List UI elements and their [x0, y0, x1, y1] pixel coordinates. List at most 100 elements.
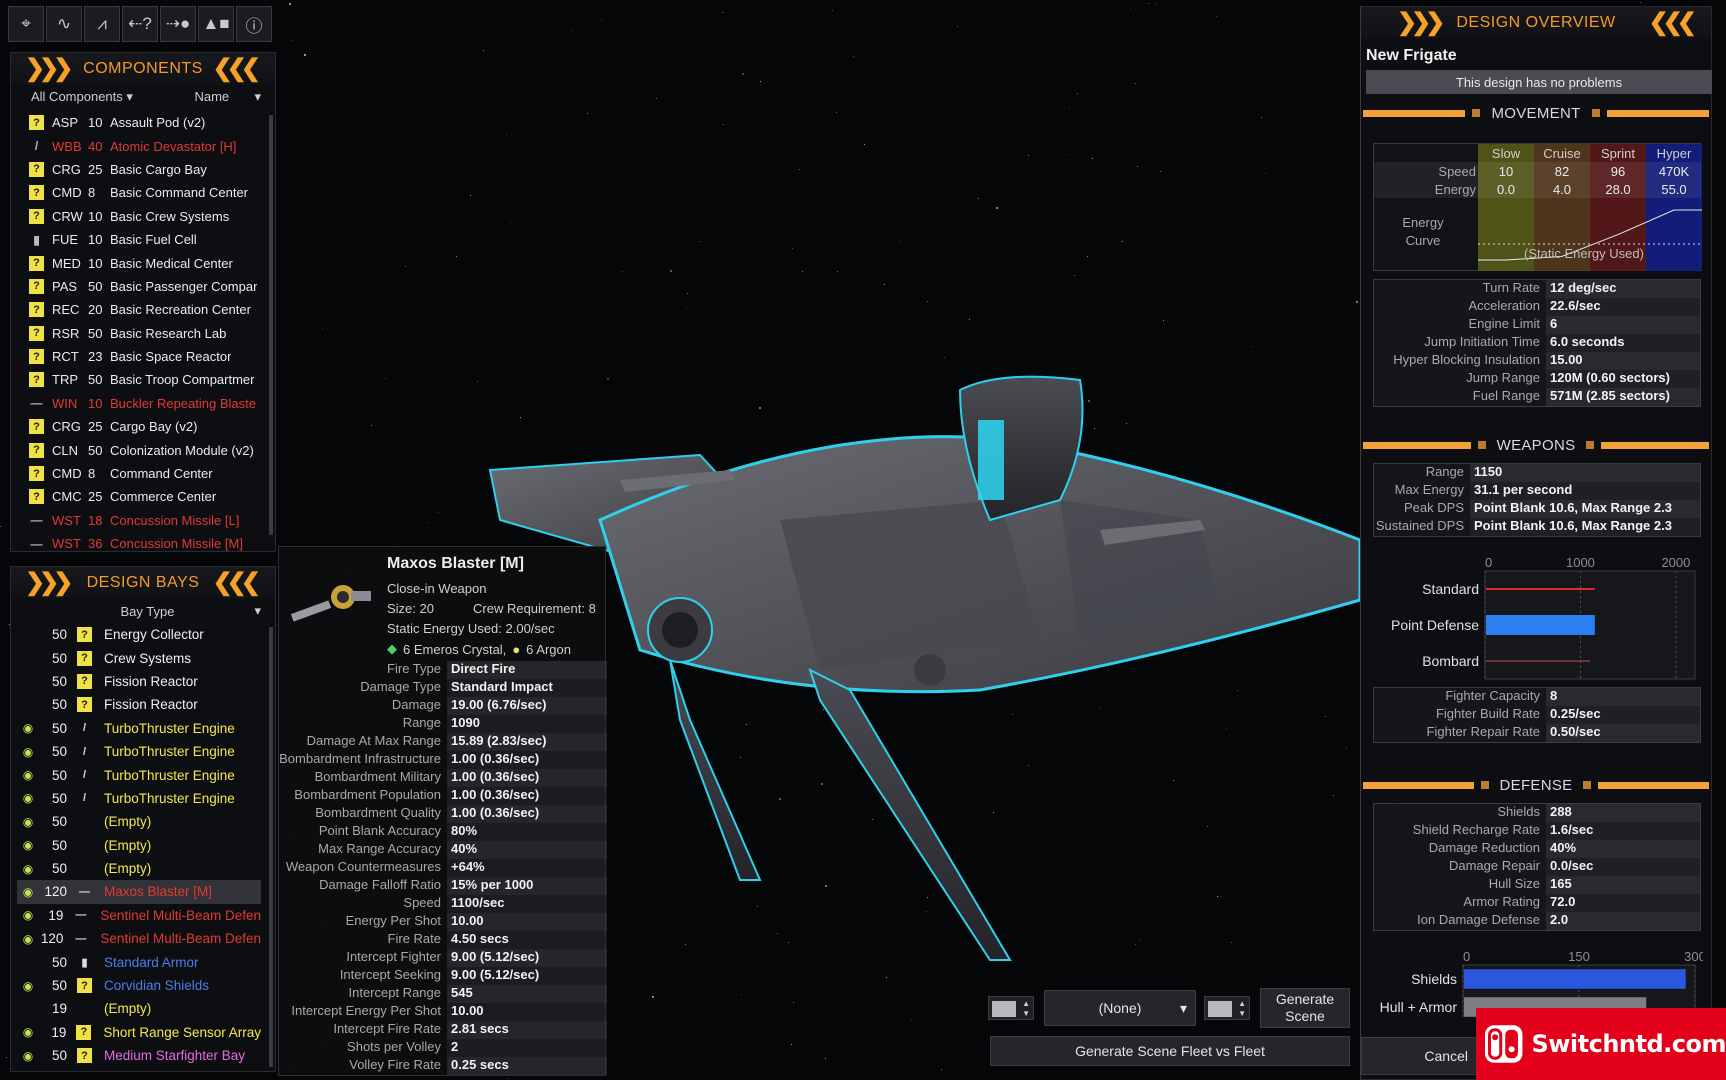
bay-row[interactable]: ◉ 50 (Empty) [17, 834, 261, 857]
tooltip-stat-row: Bombardment Quality 1.00 (0.36/sec) [279, 805, 607, 823]
component-name: Command Center [110, 466, 213, 482]
bay-type-filter[interactable]: Bay Type ▾ [11, 599, 275, 623]
component-row[interactable]: ? CMD 8 Command Center [17, 462, 261, 485]
stat-value: 72.0 [1546, 894, 1700, 912]
bay-row[interactable]: ◉ 50 / TurboThruster Engine [17, 763, 261, 786]
arrow-down-icon[interactable]: ▼ [1022, 1009, 1030, 1018]
target-arrow-icon[interactable]: ⇢● [160, 6, 196, 42]
eye-icon[interactable]: ◉ [17, 838, 39, 852]
component-row[interactable]: ? RSR 50 Basic Research Lab [17, 322, 261, 345]
shapes-icon[interactable]: ▲■ [198, 6, 234, 42]
scene-select-dropdown[interactable]: (None) ▾ [1044, 990, 1196, 1026]
component-row[interactable]: ? TRP 50 Basic Troop Compartmer [17, 368, 261, 391]
tooltip-stat-value: Direct Fire [447, 661, 607, 679]
component-row[interactable]: ? CRG 25 Basic Cargo Bay [17, 158, 261, 181]
bay-row[interactable]: ◉ 19 — Sentinel Multi-Beam Defen [17, 904, 261, 927]
generate-fleet-scene-button[interactable]: Generate Scene Fleet vs Fleet [990, 1036, 1350, 1066]
design-name[interactable]: New Frigate [1366, 47, 1457, 65]
fleet-count-right[interactable]: ▲ ▼ [1204, 996, 1250, 1020]
component-name: Colonization Module (v2) [110, 442, 254, 458]
components-filter-dropdown[interactable]: All Components ▾ [31, 89, 133, 105]
bay-row[interactable]: 50? Energy Collector [17, 623, 261, 646]
arrow-up-icon[interactable]: ▲ [1238, 999, 1246, 1008]
bay-row[interactable]: ◉ 50 / TurboThruster Engine [17, 787, 261, 810]
tooltip-stat-row: Damage At Max Range 15.89 (2.83/sec) [279, 733, 607, 751]
bay-row[interactable]: ◉ 50 / TurboThruster Engine [17, 740, 261, 763]
tool-glyph: ⇠? [128, 14, 152, 33]
bay-size: 50 [51, 837, 67, 853]
component-row[interactable]: ? CRW 10 Basic Crew Systems [17, 205, 261, 228]
bay-row[interactable]: ◉ 50? Medium Starfighter Bay [17, 1044, 261, 1067]
eye-icon[interactable]: ◉ [17, 932, 39, 946]
bay-size: 50 [51, 790, 67, 806]
eye-icon[interactable]: ◉ [17, 815, 39, 829]
bay-row[interactable]: ◉ 50? Corvidian Shields [17, 974, 261, 997]
defense-stats: Shields 288 Shield Recharge Rate 1.6/sec Dam… [1373, 803, 1701, 931]
component-row[interactable]: ▮ FUE 10 Basic Fuel Cell [17, 228, 261, 251]
fighter-stats: Fighter Capacity 8 Fighter Build Rate 0.25/… [1373, 687, 1701, 743]
stat-value: 6 [1546, 316, 1700, 334]
eye-icon[interactable]: ◉ [17, 862, 39, 876]
bay-row[interactable]: ◉ 50 / TurboThruster Engine [17, 717, 261, 740]
stat-value: 165 [1546, 876, 1700, 894]
tooltip-stat-row: Volley Fire Rate 0.25 secs [279, 1057, 607, 1075]
eye-icon[interactable]: ◉ [17, 1049, 39, 1063]
component-row[interactable]: / WBB 40 Atomic Devastator [H] [17, 134, 261, 157]
eye-icon[interactable]: ◉ [17, 768, 39, 782]
unknown-component-icon: ? [29, 115, 44, 131]
arrow-up-icon[interactable]: ▲ [1022, 999, 1030, 1008]
unknown-component-icon: ? [77, 1048, 92, 1064]
crosshair-icon[interactable]: ⌖ [8, 6, 44, 42]
bay-row[interactable]: ◉ 120 — Sentinel Multi-Beam Defen [17, 927, 261, 950]
component-row[interactable]: — WIN 10 Buckler Repeating Blaste [17, 392, 261, 415]
eye-icon[interactable]: ◉ [17, 721, 39, 735]
eye-icon[interactable]: ◉ [17, 979, 39, 993]
component-name: Buckler Repeating Blaste [110, 395, 256, 411]
stat-label: Ion Damage Defense [1417, 912, 1540, 927]
components-scrollbar[interactable] [269, 115, 273, 535]
bay-row[interactable]: ◉ 50 (Empty) [17, 810, 261, 833]
bay-row[interactable]: 50 ▮ Standard Armor [17, 950, 261, 973]
eye-icon[interactable]: ◉ [17, 908, 39, 922]
eye-icon[interactable]: ◉ [17, 745, 39, 759]
eye-icon[interactable]: ◉ [17, 1025, 39, 1039]
component-row[interactable]: ? CMC 25 Commerce Center [17, 485, 261, 508]
fleet-count-left[interactable]: ▲ ▼ [988, 996, 1034, 1020]
component-row[interactable]: ? REC 20 Basic Recreation Center [17, 298, 261, 321]
unknown-component-icon: ? [29, 372, 44, 388]
component-row[interactable]: ? MED 10 Basic Medical Center [17, 251, 261, 274]
component-row[interactable]: ? ASP 10 Assault Pod (v2) [17, 111, 261, 134]
bay-row[interactable]: ◉ 19? Short Range Sensor Array [17, 1021, 261, 1044]
bay-row[interactable]: 50? Crew Systems [17, 646, 261, 669]
bay-row[interactable]: 19 (Empty) [17, 997, 261, 1020]
pulse-icon[interactable]: ∿ [46, 6, 82, 42]
help-arrow-icon[interactable]: ⇠? [122, 6, 158, 42]
eye-icon[interactable]: ◉ [17, 885, 39, 899]
bay-row[interactable]: ◉ 50 (Empty) [17, 857, 261, 880]
info-icon[interactable]: ⓘ [236, 6, 272, 42]
pulse-alt-icon[interactable]: ⩘ [84, 6, 120, 42]
component-code: CMD [52, 185, 82, 201]
tooltip-stat-label: Intercept Seeking [339, 967, 441, 982]
bays-scrollbar[interactable] [269, 627, 273, 1067]
bay-row[interactable]: ◉ 120 — Maxos Blaster [M] [17, 880, 261, 904]
component-row[interactable]: — WST 36 Concussion Missile [M] [17, 532, 261, 555]
component-row[interactable]: ? RCT 23 Basic Space Reactor [17, 345, 261, 368]
tooltip-stat-value: 1.00 (0.36/sec) [447, 751, 607, 769]
eye-icon[interactable]: ◉ [17, 791, 39, 805]
component-row[interactable]: ? CMD 8 Basic Command Center [17, 181, 261, 204]
bay-row[interactable]: 50? Fission Reactor [17, 693, 261, 716]
stat-label: Shields [1497, 804, 1540, 819]
bay-row[interactable]: 50? Fission Reactor [17, 670, 261, 693]
generate-scene-button[interactable]: Generate Scene [1260, 988, 1350, 1028]
component-row[interactable]: — WST 18 Concussion Missile [L] [17, 509, 261, 532]
component-row[interactable]: ? PAS 50 Basic Passenger Compar [17, 275, 261, 298]
component-row[interactable]: ? CRG 25 Cargo Bay (v2) [17, 415, 261, 438]
component-size: 10 [88, 115, 103, 131]
stat-value: 31.1 per second [1470, 482, 1700, 500]
arrow-down-icon[interactable]: ▼ [1238, 1009, 1246, 1018]
stat-label: Jump Range [1466, 370, 1540, 385]
components-sort-dropdown[interactable]: Name ▾ [194, 89, 261, 105]
component-row[interactable]: ? CLN 50 Colonization Module (v2) [17, 438, 261, 461]
cancel-button[interactable]: Cancel [1361, 1037, 1479, 1075]
